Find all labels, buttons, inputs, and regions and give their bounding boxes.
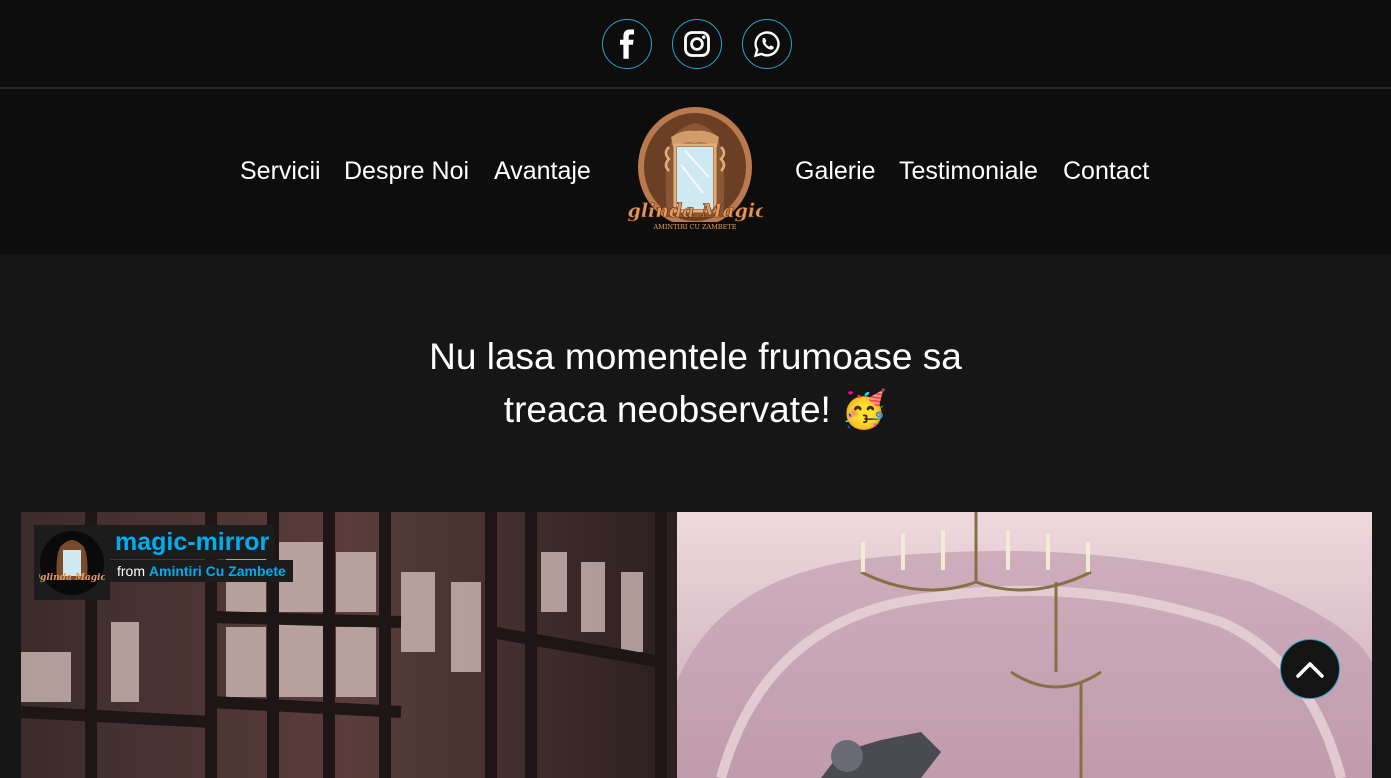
social-bar: [0, 0, 1391, 87]
video-player[interactable]: Oglinda Magică magic-mirror from Amintir…: [21, 512, 1372, 778]
nav-servicii[interactable]: Servicii: [240, 157, 321, 186]
whatsapp-icon: [753, 30, 780, 57]
avatar-wordmark: Oglinda Magică: [39, 573, 105, 583]
hero-heading: Nu lasa momentele frumoase sa treaca neo…: [0, 330, 1391, 436]
video-byline: from Amintiri Cu Zambete: [110, 560, 293, 582]
nav-contact[interactable]: Contact: [1063, 157, 1149, 186]
logo-wordmark: Oglinda Magică: [627, 200, 763, 222]
channel-avatar[interactable]: Oglinda Magică: [34, 525, 110, 600]
video-title[interactable]: magic-mirror: [110, 525, 275, 559]
main-nav: Servicii Despre Noi Avantaje Oglinda Mag…: [0, 89, 1391, 254]
hero-line-2: treaca neobservate! 🥳: [503, 389, 888, 430]
hero-line-1: Nu lasa momentele frumoase sa: [429, 336, 962, 377]
facebook-link[interactable]: [601, 18, 652, 69]
instagram-icon: [683, 30, 710, 57]
whatsapp-link[interactable]: [741, 18, 792, 69]
scroll-to-top-button[interactable]: [1280, 639, 1340, 699]
chevron-up-icon: [1296, 662, 1324, 678]
from-label: from: [117, 563, 145, 579]
instagram-link[interactable]: [671, 18, 722, 69]
channel-link[interactable]: Amintiri Cu Zambete: [149, 563, 286, 579]
logo-tagline: AMINTIRI CU ZAMBETE: [652, 223, 736, 231]
nav-testimoniale[interactable]: Testimoniale: [899, 157, 1038, 186]
nav-despre-noi[interactable]: Despre Noi: [344, 157, 469, 186]
nav-avantaje[interactable]: Avantaje: [494, 157, 591, 186]
nav-galerie[interactable]: Galerie: [795, 157, 876, 186]
site-logo[interactable]: Oglinda Magică AMINTIRI CU ZAMBETE: [611, 107, 779, 233]
facebook-icon: [619, 29, 634, 59]
